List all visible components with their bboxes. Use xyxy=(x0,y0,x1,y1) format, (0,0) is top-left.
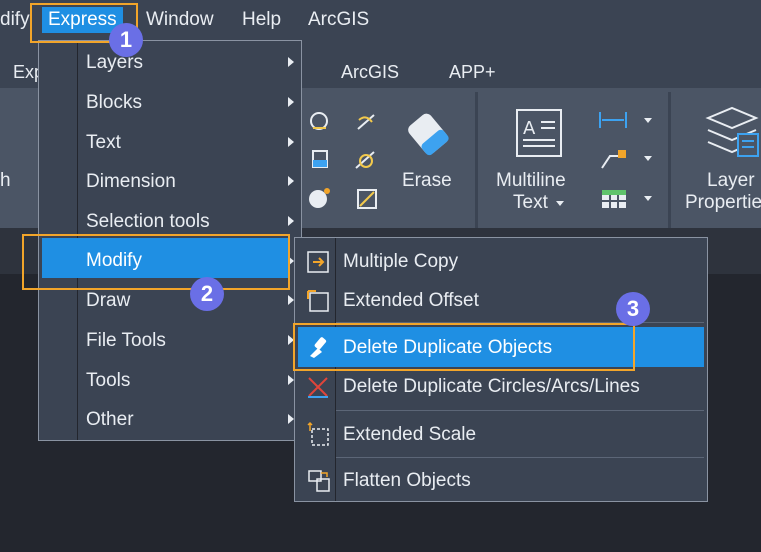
menu-arcgis[interactable]: ArcGIS xyxy=(308,9,369,31)
layer-properties-label-2[interactable]: Propertie xyxy=(685,192,761,214)
multiline-text-label[interactable]: Multiline xyxy=(496,170,566,192)
submenu-arrow-icon xyxy=(288,97,294,107)
step-badge-1: 1 xyxy=(109,23,143,57)
chevron-down-icon[interactable] xyxy=(644,118,652,123)
menu-item-other[interactable]: Other xyxy=(86,409,134,431)
table-icon[interactable] xyxy=(600,188,628,210)
tool-icon[interactable] xyxy=(310,148,330,170)
multiple-copy-icon xyxy=(306,250,330,274)
callout-modify-item xyxy=(22,234,290,290)
submenu-item-flatten-objects[interactable]: Flatten Objects xyxy=(343,470,471,492)
menu-help[interactable]: Help xyxy=(242,9,281,31)
menu-separator xyxy=(336,457,704,458)
chevron-down-icon[interactable] xyxy=(644,196,652,201)
submenu-arrow-icon xyxy=(288,137,294,147)
tool-icon[interactable] xyxy=(356,112,378,132)
linear-dimension-icon[interactable] xyxy=(598,110,628,130)
submenu-arrow-icon xyxy=(288,216,294,226)
step-badge-3: 3 xyxy=(616,292,650,326)
submenu-arrow-icon xyxy=(288,57,294,67)
erase-button[interactable]: Erase xyxy=(402,170,452,192)
extended-scale-icon xyxy=(306,421,330,447)
ribbon-separator xyxy=(668,92,671,228)
svg-text:A: A xyxy=(523,118,536,139)
submenu-item-extended-offset[interactable]: Extended Offset xyxy=(343,290,479,312)
flatten-objects-icon xyxy=(306,468,332,494)
ribbon-label-clipped: h xyxy=(0,170,11,191)
multiline-text-icon[interactable]: A xyxy=(515,108,563,158)
menu-item-text[interactable]: Text xyxy=(86,132,121,154)
multiline-text-label-2[interactable]: Text xyxy=(513,192,548,214)
layer-properties-label[interactable]: Layer xyxy=(707,170,755,192)
tool-icon[interactable] xyxy=(308,110,330,132)
eraser-icon[interactable] xyxy=(404,108,452,160)
chevron-down-icon[interactable] xyxy=(644,156,652,161)
tool-icon[interactable] xyxy=(356,188,378,210)
submenu-arrow-icon xyxy=(288,176,294,186)
menu-item-blocks[interactable]: Blocks xyxy=(86,92,142,114)
submenu-item-extended-scale[interactable]: Extended Scale xyxy=(343,424,476,446)
layer-properties-icon[interactable] xyxy=(704,104,760,162)
extended-offset-icon xyxy=(306,289,330,313)
callout-delete-duplicate-objects xyxy=(293,323,635,371)
menu-item-file-tools[interactable]: File Tools xyxy=(86,330,166,352)
menu-item-dimension[interactable]: Dimension xyxy=(86,171,176,193)
menu-window[interactable]: Window xyxy=(146,9,214,31)
step-badge-2: 2 xyxy=(190,277,224,311)
submenu-item-delete-duplicate-circles-arcs-lines[interactable]: Delete Duplicate Circles/Arcs/Lines xyxy=(343,376,640,398)
tab-app-plus[interactable]: APP+ xyxy=(449,62,496,83)
menu-item-draw[interactable]: Draw xyxy=(86,290,130,312)
menu-item-tools[interactable]: Tools xyxy=(86,370,130,392)
tool-icon[interactable] xyxy=(306,186,332,210)
menu-modify-clipped[interactable]: dify xyxy=(0,9,30,31)
tab-arcgis[interactable]: ArcGIS xyxy=(341,62,399,83)
menu-item-layers[interactable]: Layers xyxy=(86,52,143,74)
delete-duplicate-lines-icon xyxy=(306,375,330,399)
leader-icon[interactable] xyxy=(600,148,628,170)
submenu-item-multiple-copy[interactable]: Multiple Copy xyxy=(343,251,458,273)
ribbon-separator xyxy=(475,92,478,228)
chevron-down-icon[interactable] xyxy=(556,201,564,206)
menu-item-selection-tools[interactable]: Selection tools xyxy=(86,211,210,233)
tool-icon[interactable] xyxy=(354,150,378,170)
menu-separator xyxy=(336,410,704,411)
